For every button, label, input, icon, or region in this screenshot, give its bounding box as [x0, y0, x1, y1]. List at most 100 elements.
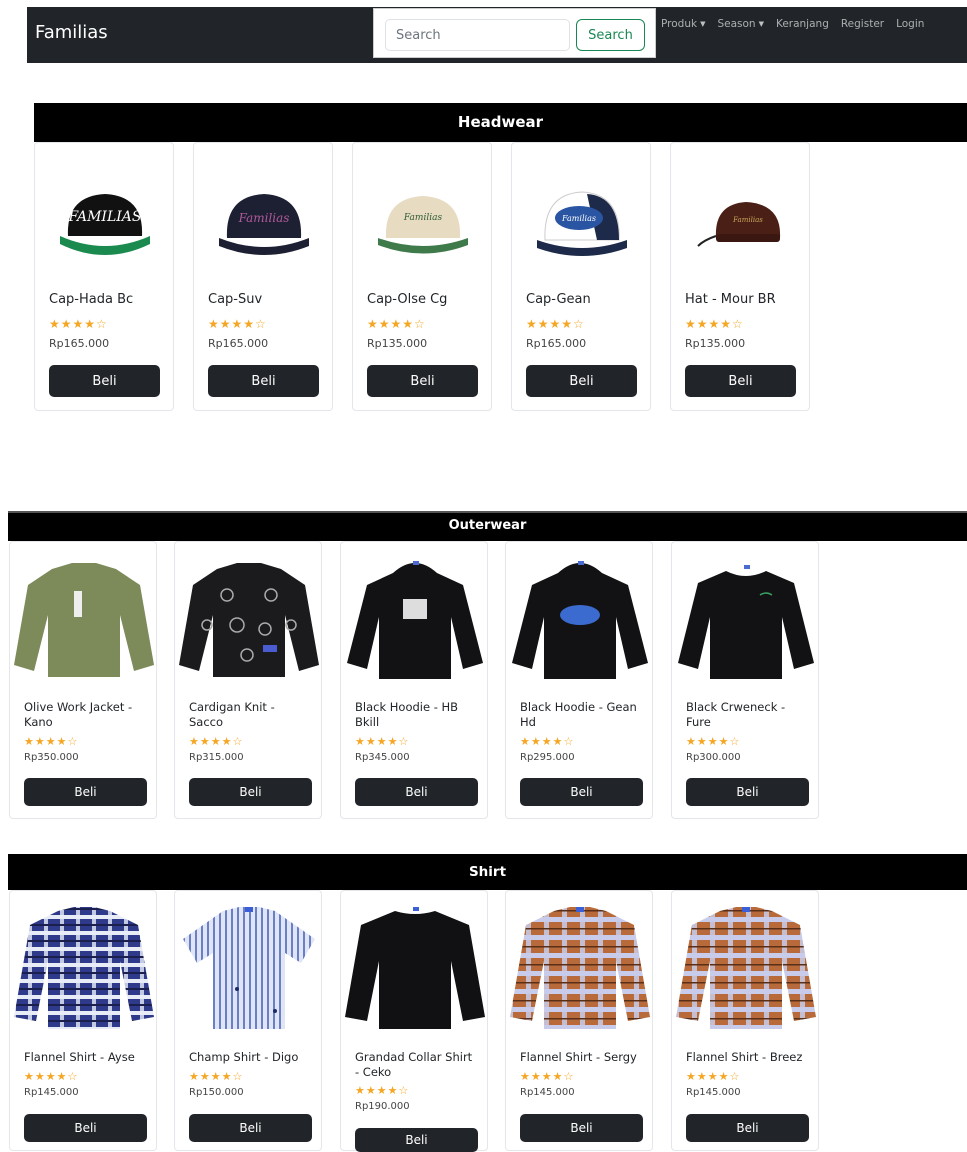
rating-stars-icon: ★★★★☆: [367, 317, 426, 331]
product-price: Rp315.000: [189, 752, 244, 763]
product-price: Rp190.000: [355, 1101, 410, 1112]
product-price: Rp350.000: [24, 752, 79, 763]
product-image[interactable]: [10, 550, 158, 690]
buy-button[interactable]: Beli: [189, 1114, 312, 1142]
product-image[interactable]: Familias: [512, 171, 652, 271]
product-card: Cardigan Knit - Sacco ★★★★☆ Rp315.000 Be…: [174, 541, 322, 819]
product-price: Rp165.000: [526, 337, 587, 350]
product-name: Black Hoodie - HB Bkill: [355, 700, 459, 729]
buy-button[interactable]: Beli: [355, 1128, 478, 1152]
rating-stars-icon: ★★★★☆: [189, 1070, 244, 1083]
product-image[interactable]: [341, 550, 489, 690]
product-image[interactable]: Familias: [353, 171, 493, 271]
product-price: Rp135.000: [367, 337, 428, 350]
caret-down-icon: ▼: [700, 20, 706, 28]
nav-season-dropdown[interactable]: Season ▼: [717, 18, 764, 30]
rating-stars-icon: ★★★★☆: [208, 317, 267, 331]
product-name: Grandad Collar Shirt - Ceko: [355, 1050, 473, 1079]
rating-stars-icon: ★★★★☆: [49, 317, 108, 331]
product-name: Cap-Suv: [208, 292, 263, 307]
product-name: Cardigan Knit - Sacco: [189, 700, 275, 729]
nav-produk-dropdown[interactable]: Produk ▼: [661, 18, 705, 30]
product-price: Rp300.000: [686, 752, 741, 763]
svg-text:Familias: Familias: [732, 216, 763, 224]
search-button[interactable]: Search: [576, 19, 645, 51]
nav-register-link[interactable]: Register: [841, 18, 884, 30]
product-name: Flannel Shirt - Ayse: [24, 1050, 135, 1064]
product-card: Familias Cap-Olse Cg ★★★★☆ Rp135.000 Bel…: [352, 142, 492, 411]
section-title: Outerwear: [8, 511, 967, 541]
buy-button[interactable]: Beli: [686, 778, 809, 806]
product-card: Familias Cap-Gean ★★★★☆ Rp165.000 Beli: [511, 142, 651, 411]
product-card: Black Hoodie - HB Bkill ★★★★☆ Rp345.000 …: [340, 541, 488, 819]
product-image[interactable]: [672, 897, 820, 1037]
nav-produk-label: Produk: [661, 18, 698, 30]
buy-button[interactable]: Beli: [686, 1114, 809, 1142]
product-card: Champ Shirt - Digo ★★★★☆ Rp150.000 Beli: [174, 890, 322, 1151]
product-image[interactable]: [506, 550, 654, 690]
buy-button[interactable]: Beli: [208, 365, 319, 397]
product-card: Flannel Shirt - Sergy ★★★★☆ Rp145.000 Be…: [505, 890, 653, 1151]
product-price: Rp165.000: [49, 337, 110, 350]
buy-button[interactable]: Beli: [189, 778, 312, 806]
rating-stars-icon: ★★★★☆: [355, 1084, 410, 1097]
search-input[interactable]: [385, 19, 570, 51]
buy-button[interactable]: Beli: [526, 365, 637, 397]
buy-button[interactable]: Beli: [685, 365, 796, 397]
product-name: Cap-Gean: [526, 292, 591, 307]
search-form: Search: [373, 8, 656, 58]
product-image[interactable]: [341, 897, 489, 1037]
svg-text:Familias: Familias: [561, 214, 596, 223]
product-image[interactable]: [175, 550, 323, 690]
nav-login-link[interactable]: Login: [896, 18, 924, 30]
buy-button[interactable]: Beli: [49, 365, 160, 397]
product-price: Rp165.000: [208, 337, 269, 350]
product-card: Olive Work Jacket - Kano ★★★★☆ Rp350.000…: [9, 541, 157, 819]
product-image[interactable]: [506, 897, 654, 1037]
product-name: Olive Work Jacket - Kano: [24, 700, 133, 729]
product-image[interactable]: Familias: [671, 171, 811, 271]
nav-season-label: Season: [717, 18, 756, 30]
navbar: Familias Search Produk▼ Season▼ Keranjan…: [27, 7, 967, 63]
buy-button[interactable]: Beli: [520, 778, 643, 806]
product-card: Flannel Shirt - Breez ★★★★☆ Rp145.000 Be…: [671, 890, 819, 1151]
product-name: Cap-Hada Bc: [49, 292, 134, 307]
product-image[interactable]: [672, 550, 820, 690]
product-price: Rp150.000: [189, 1087, 244, 1098]
product-image[interactable]: [10, 897, 158, 1037]
buy-button[interactable]: Beli: [24, 1114, 147, 1142]
svg-text:Familias: Familias: [238, 211, 290, 225]
product-price: Rp135.000: [685, 337, 746, 350]
rating-stars-icon: ★★★★☆: [189, 735, 244, 748]
buy-button[interactable]: Beli: [24, 778, 147, 806]
rating-stars-icon: ★★★★☆: [685, 317, 744, 331]
product-card: Grandad Collar Shirt - Ceko ★★★★☆ Rp190.…: [340, 890, 489, 1152]
product-card: Familias Cap-Suv ★★★★☆ Rp165.000 Beli: [193, 142, 333, 411]
product-image[interactable]: Familias: [194, 171, 334, 271]
rating-stars-icon: ★★★★☆: [355, 735, 410, 748]
product-name: Hat - Mour BR: [685, 292, 776, 307]
rating-stars-icon: ★★★★☆: [24, 1070, 79, 1083]
product-price: Rp345.000: [355, 752, 410, 763]
caret-down-icon: ▼: [758, 20, 764, 28]
product-image[interactable]: FAMILIAS: [35, 171, 175, 271]
product-image[interactable]: [175, 897, 323, 1037]
svg-text:Familias: Familias: [403, 213, 443, 223]
rating-stars-icon: ★★★★☆: [686, 1070, 741, 1083]
product-card: Familias Hat - Mour BR ★★★★☆ Rp135.000 B…: [670, 142, 810, 411]
rating-stars-icon: ★★★★☆: [24, 735, 79, 748]
product-card: Black Hoodie - Gean Hd ★★★★☆ Rp295.000 B…: [505, 541, 653, 819]
brand-logo[interactable]: Familias: [35, 22, 108, 43]
product-price: Rp145.000: [520, 1087, 575, 1098]
product-name: Flannel Shirt - Sergy: [520, 1050, 637, 1064]
product-price: Rp295.000: [520, 752, 575, 763]
product-card: Black Crweneck - Fure ★★★★☆ Rp300.000 Be…: [671, 541, 819, 819]
nav-keranjang-link[interactable]: Keranjang: [776, 18, 829, 30]
rating-stars-icon: ★★★★☆: [520, 735, 575, 748]
buy-button[interactable]: Beli: [367, 365, 478, 397]
product-name: Black Hoodie - Gean Hd: [520, 700, 637, 729]
buy-button[interactable]: Beli: [520, 1114, 643, 1142]
product-name: Black Crweneck - Fure: [686, 700, 786, 729]
buy-button[interactable]: Beli: [355, 778, 478, 806]
nav-links: Produk ▼ Season ▼ Keranjang Register Login: [661, 18, 924, 30]
